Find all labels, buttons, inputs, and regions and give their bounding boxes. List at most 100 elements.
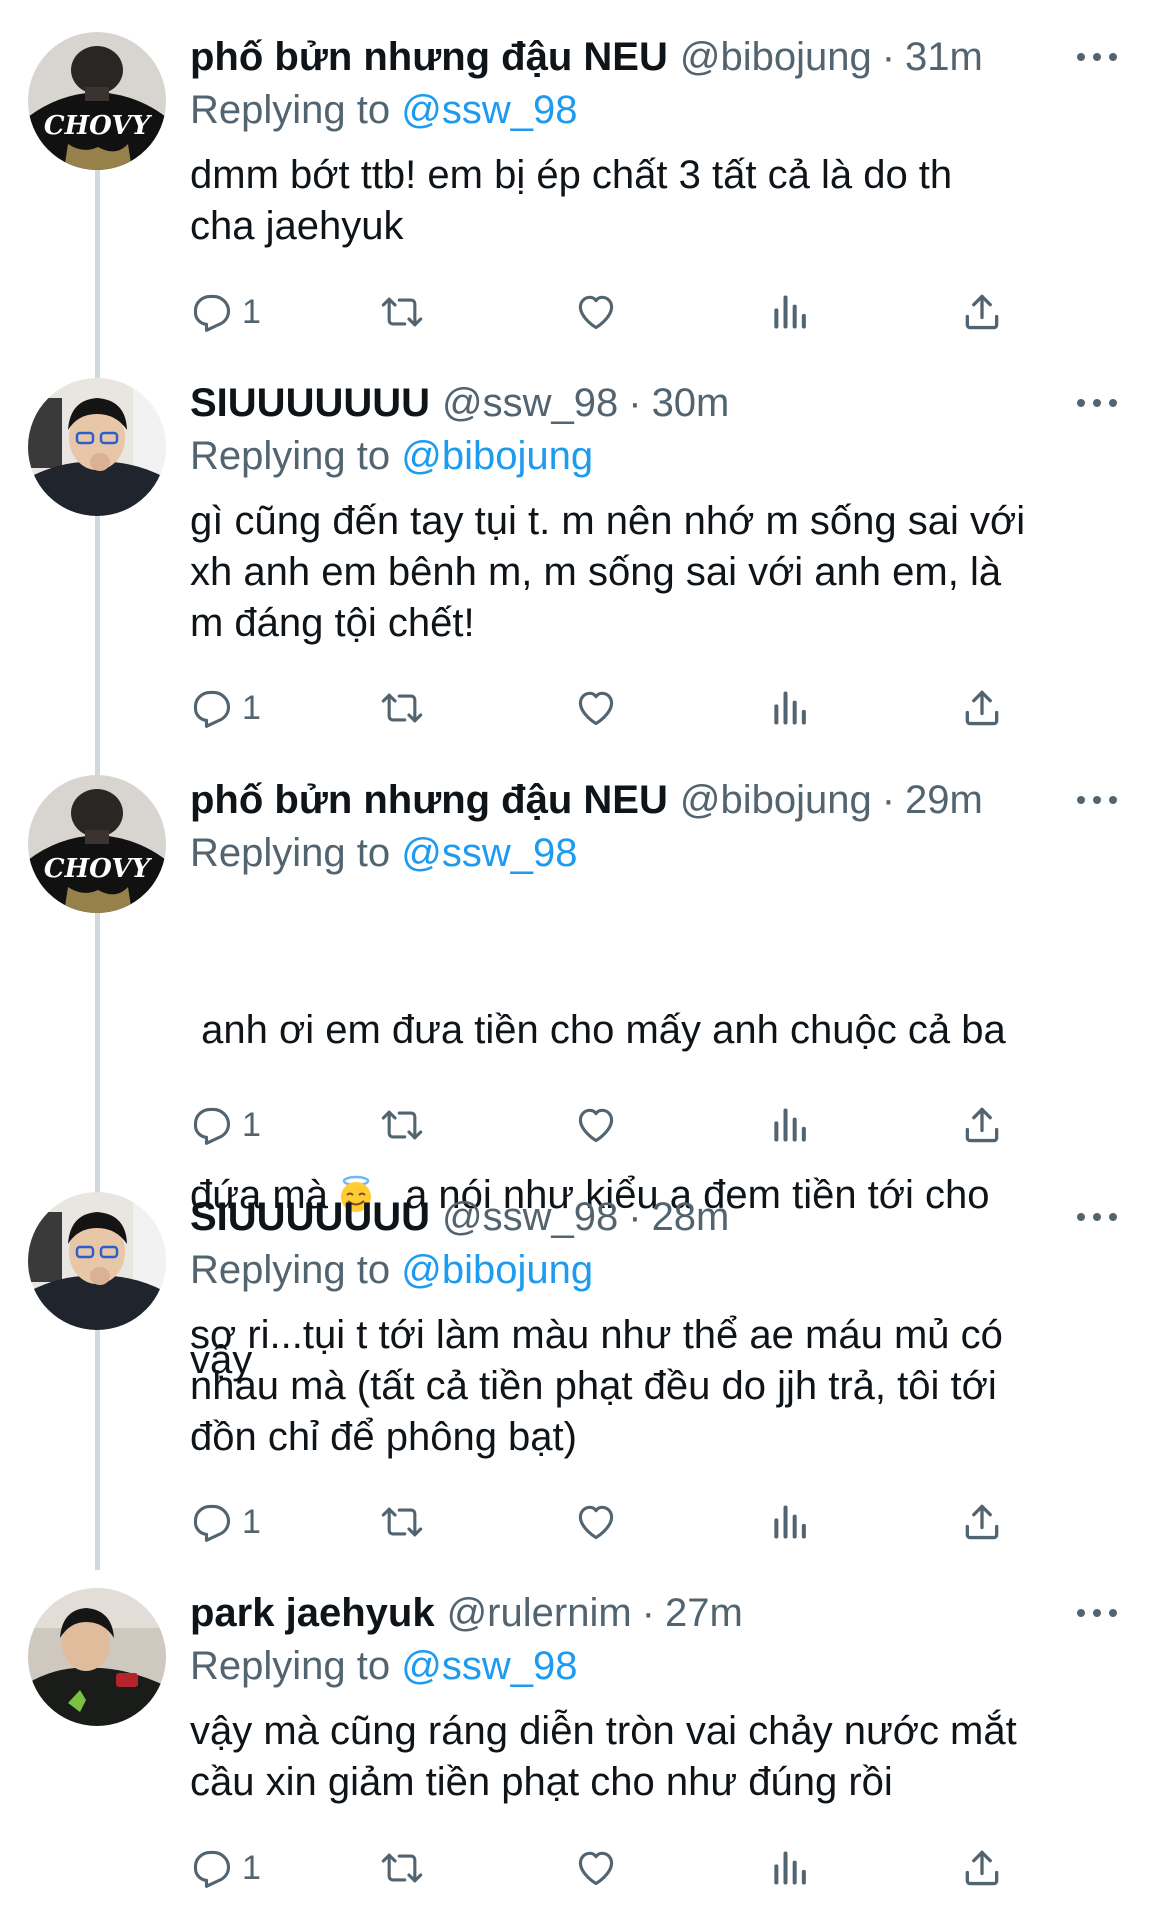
user-handle[interactable]: @ssw_98 [442, 378, 618, 428]
replying-to-line: Replying to @bibojung [190, 1244, 1125, 1296]
svg-text:CHOVY: CHOVY [44, 854, 153, 884]
replying-label: Replying to [190, 831, 391, 875]
like-button[interactable] [574, 1100, 618, 1150]
analytics-button[interactable] [767, 1100, 811, 1150]
analytics-bars-icon [767, 1846, 811, 1890]
analytics-button[interactable] [767, 287, 811, 337]
display-name[interactable]: SIUUUUUUU [190, 378, 430, 428]
display-name[interactable]: phố bửn nhưng đậu NEU [190, 32, 668, 82]
reply-bubble-icon [190, 1500, 234, 1544]
retweet-button[interactable] [380, 287, 424, 337]
avatar-bibojung[interactable]: CHOVY [28, 32, 166, 170]
share-upload-icon [960, 686, 1004, 730]
more-dots-icon[interactable] [1077, 42, 1117, 72]
tweet-actions: 1 [190, 1100, 1040, 1150]
retweet-button[interactable] [380, 1843, 424, 1893]
replying-mention[interactable]: @bibojung [401, 1248, 593, 1292]
replying-mention[interactable]: @ssw_98 [401, 88, 577, 132]
tweet-2[interactable]: SIUUUUUUU @ssw_98 · 30m Replying to @bib… [0, 378, 1155, 728]
timestamp[interactable]: 28m [652, 1192, 730, 1242]
share-button[interactable] [960, 683, 1004, 733]
like-button[interactable] [574, 683, 618, 733]
retweet-button[interactable] [380, 1100, 424, 1150]
reply-bubble-icon [190, 1846, 234, 1890]
user-handle[interactable]: @rulernim [447, 1588, 632, 1638]
tweet-header: phố bửn nhưng đậu NEU @bibojung · 29m [190, 775, 1125, 825]
share-button[interactable] [960, 1843, 1004, 1893]
share-button[interactable] [960, 1100, 1004, 1150]
user-handle[interactable]: @ssw_98 [442, 1192, 618, 1242]
like-button[interactable] [574, 287, 618, 337]
tweet-actions: 1 [190, 1843, 1040, 1893]
timestamp[interactable]: 31m [905, 32, 983, 82]
avatar-ssw98[interactable] [28, 1192, 166, 1330]
separator-dot: · [628, 381, 642, 425]
separator-dot: · [628, 1195, 642, 1239]
retweet-icon [380, 1846, 424, 1890]
tweet-header: phố bửn nhưng đậu NEU @bibojung · 31m [190, 32, 1125, 82]
replying-mention[interactable]: @ssw_98 [401, 831, 577, 875]
reply-bubble-icon [190, 1103, 234, 1147]
share-button[interactable] [960, 287, 1004, 337]
reply-bubble-icon [190, 290, 234, 334]
reply-button[interactable]: 1 [190, 1843, 261, 1893]
replying-to-line: Replying to @ssw_98 [190, 827, 1125, 879]
like-button[interactable] [574, 1843, 618, 1893]
replying-mention[interactable]: @bibojung [401, 434, 593, 478]
retweet-icon [380, 1500, 424, 1544]
more-dots-icon[interactable] [1077, 1202, 1117, 1232]
avatar-ssw98[interactable] [28, 378, 166, 516]
retweet-button[interactable] [380, 683, 424, 733]
reply-button[interactable]: 1 [190, 683, 261, 733]
display-name[interactable]: phố bửn nhưng đậu NEU [190, 775, 668, 825]
reply-button[interactable]: 1 [190, 1497, 261, 1547]
analytics-button[interactable] [767, 1843, 811, 1893]
heart-icon [574, 1500, 618, 1544]
more-dots-icon[interactable] [1077, 1598, 1117, 1628]
avatar-rulernim[interactable] [28, 1588, 166, 1726]
replying-label: Replying to [190, 434, 391, 478]
heart-icon [574, 1103, 618, 1147]
analytics-button[interactable] [767, 1497, 811, 1547]
reply-button[interactable]: 1 [190, 1100, 261, 1150]
replying-to-line: Replying to @ssw_98 [190, 1640, 1125, 1692]
more-dots-icon[interactable] [1077, 785, 1117, 815]
separator-dot: · [881, 35, 896, 79]
user-handle[interactable]: @bibojung [680, 775, 872, 825]
heart-icon [574, 290, 618, 334]
reply-bubble-icon [190, 686, 234, 730]
analytics-button[interactable] [767, 683, 811, 733]
tweet-text: gì cũng đến tay tụi t. m nên nhớ m sống … [190, 499, 1026, 645]
display-name[interactable]: park jaehyuk [190, 1588, 435, 1638]
replying-label: Replying to [190, 88, 391, 132]
retweet-button[interactable] [380, 1497, 424, 1547]
reply-count: 1 [242, 688, 261, 727]
tweet-actions: 1 [190, 1497, 1040, 1547]
avatar-bibojung[interactable]: CHOVY [28, 775, 166, 913]
timestamp[interactable]: 27m [665, 1588, 743, 1638]
timestamp[interactable]: 29m [905, 775, 983, 825]
reply-count: 1 [242, 1105, 261, 1144]
heart-icon [574, 1846, 618, 1890]
like-button[interactable] [574, 1497, 618, 1547]
tweet-header: park jaehyuk @rulernim · 27m [190, 1588, 1125, 1638]
tweet-1[interactable]: CHOVY phố bửn nhưng đậu NEU @bibojung · … [0, 32, 1155, 352]
tweet-5[interactable]: park jaehyuk @rulernim · 27m Replying to… [0, 1588, 1155, 1908]
retweet-icon [380, 290, 424, 334]
more-dots-icon[interactable] [1077, 388, 1117, 418]
reply-button[interactable]: 1 [190, 287, 261, 337]
reply-count: 1 [242, 1848, 261, 1887]
user-handle[interactable]: @bibojung [680, 32, 872, 82]
tweet-header: SIUUUUUUU @ssw_98 · 30m [190, 378, 1125, 428]
tweet-3[interactable]: CHOVY phố bửn nhưng đậu NEU @bibojung · … [0, 775, 1155, 1382]
timestamp[interactable]: 30m [652, 378, 730, 428]
tweet-4[interactable]: SIUUUUUUU @ssw_98 · 28m Replying to @bib… [0, 1192, 1155, 1542]
replying-label: Replying to [190, 1248, 391, 1292]
share-button[interactable] [960, 1497, 1004, 1547]
tweet-actions: 1 [190, 287, 1040, 337]
separator-dot: · [881, 778, 896, 822]
display-name[interactable]: SIUUUUUUU [190, 1192, 430, 1242]
replying-mention[interactable]: @ssw_98 [401, 1644, 577, 1688]
replying-label: Replying to [190, 1644, 391, 1688]
heart-icon [574, 686, 618, 730]
